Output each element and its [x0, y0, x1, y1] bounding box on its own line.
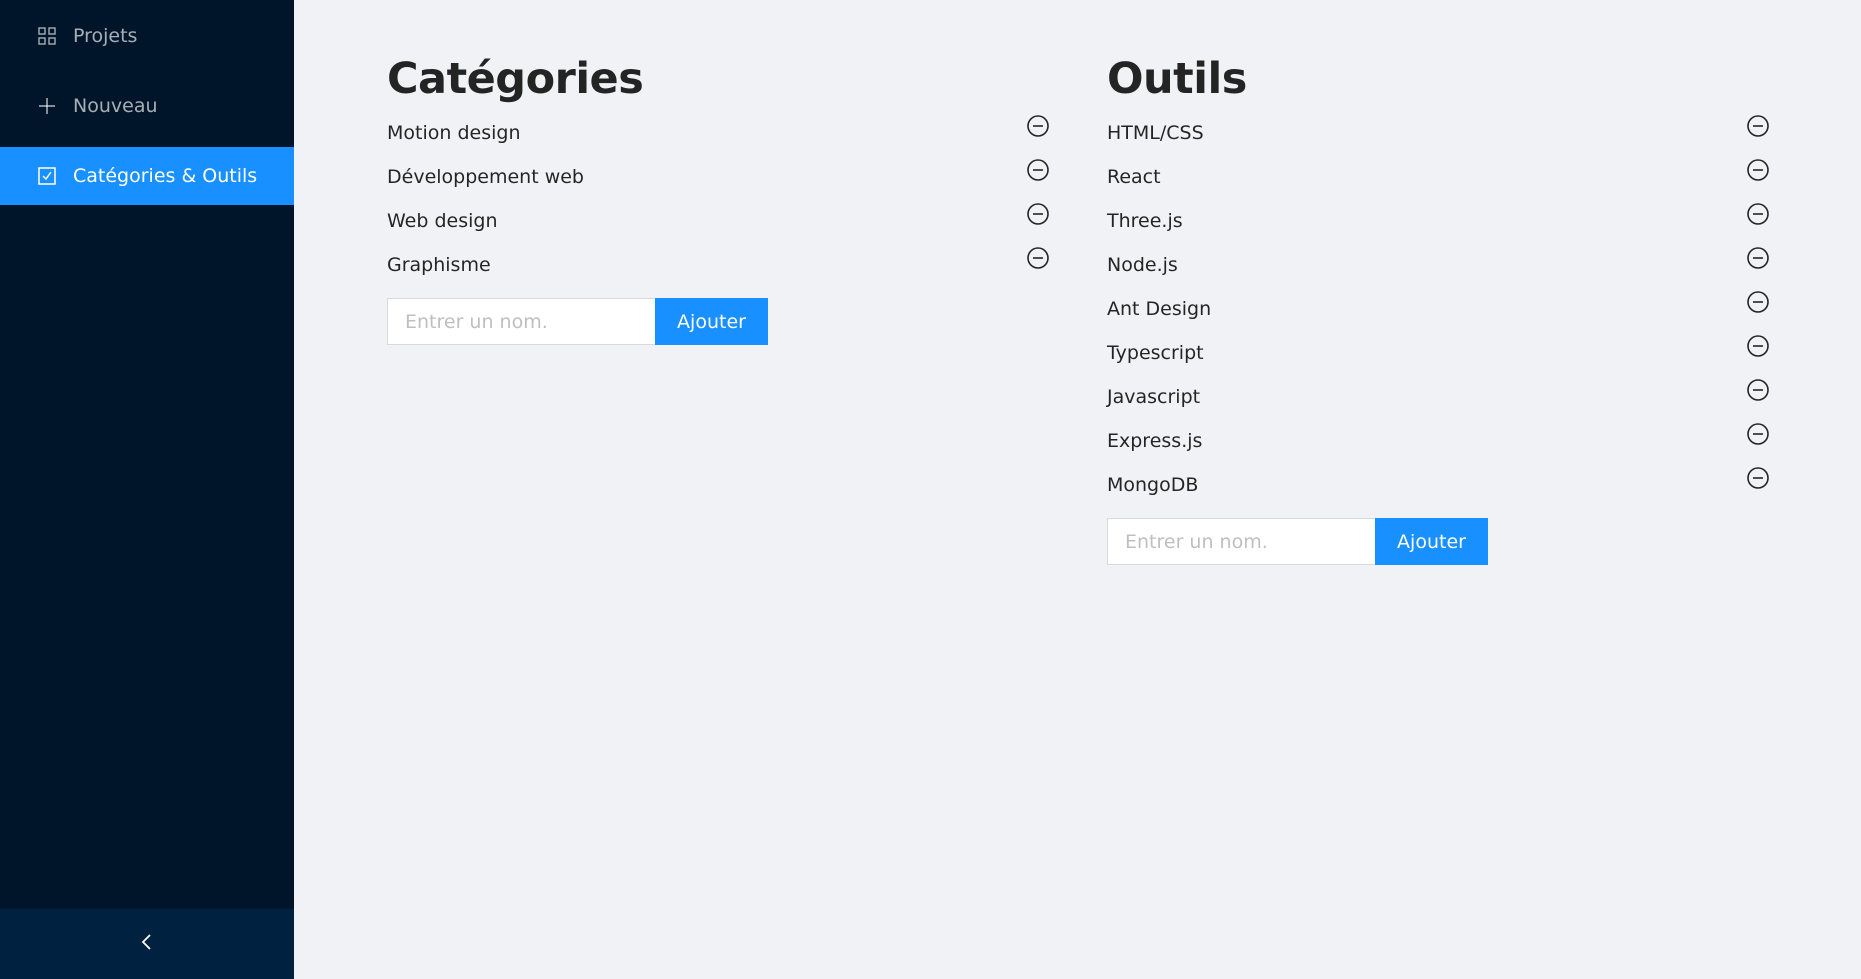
- tool-row: Javascript: [1107, 379, 1770, 430]
- sidebar-item-projets[interactable]: Projets: [0, 7, 294, 65]
- tool-row-label: React: [1107, 166, 1161, 188]
- sidebar-item-label: Nouveau: [73, 95, 158, 117]
- tool-row: Typescript: [1107, 335, 1770, 386]
- tool-row-label: Ant Design: [1107, 298, 1212, 320]
- category-row-label: Web design: [387, 210, 498, 232]
- tool-row: Three.js: [1107, 203, 1770, 254]
- categories-panel: Catégories Motion design Développement we…: [387, 50, 1050, 345]
- tool-row-label: Express.js: [1107, 430, 1203, 452]
- minus-circle-icon[interactable]: [1746, 114, 1770, 138]
- category-row-label: Graphisme: [387, 254, 491, 276]
- chevron-left-icon: [140, 933, 154, 955]
- sidebar-collapse-button[interactable]: [0, 909, 294, 979]
- minus-circle-icon[interactable]: [1746, 422, 1770, 446]
- plus-icon: [38, 97, 56, 115]
- tool-row: React: [1107, 159, 1770, 210]
- minus-circle-icon[interactable]: [1026, 114, 1050, 138]
- categories-list: Motion design Développement web Web design…: [387, 115, 1050, 298]
- add-tool-button[interactable]: Ajouter: [1375, 518, 1488, 565]
- minus-circle-icon[interactable]: [1746, 334, 1770, 358]
- minus-circle-icon[interactable]: [1746, 246, 1770, 270]
- sidebar-item-label: Catégories & Outils: [73, 165, 258, 187]
- tools-list: HTML/CSS React Three.js Node.js Ant Design Ty…: [1107, 115, 1770, 518]
- category-row-label: Motion design: [387, 122, 521, 144]
- sidebar-item-nouveau[interactable]: Nouveau: [0, 77, 294, 135]
- tool-row-label: Node.js: [1107, 254, 1178, 276]
- categories-add-form: Ajouter: [387, 298, 1047, 345]
- minus-circle-icon[interactable]: [1746, 466, 1770, 490]
- sidebar-item-label: Projets: [73, 25, 138, 47]
- minus-circle-icon[interactable]: [1026, 158, 1050, 182]
- minus-circle-icon[interactable]: [1746, 290, 1770, 314]
- category-name-input[interactable]: [387, 298, 655, 345]
- category-row-label: Développement web: [387, 166, 584, 188]
- tool-row-label: Typescript: [1107, 342, 1204, 364]
- tool-row: Node.js: [1107, 247, 1770, 298]
- tool-row-label: Javascript: [1107, 386, 1201, 408]
- checkbox-icon: [38, 167, 56, 185]
- sidebar-item-categories-outils[interactable]: Catégories & Outils: [0, 147, 294, 205]
- minus-circle-icon[interactable]: [1746, 378, 1770, 402]
- tools-add-form: Ajouter: [1107, 518, 1767, 565]
- tool-name-input[interactable]: [1107, 518, 1375, 565]
- category-row: Motion design: [387, 115, 1050, 166]
- main-content: Catégories Motion design Développement we…: [294, 0, 1861, 979]
- tool-row: Express.js: [1107, 423, 1770, 474]
- tool-row: MongoDB: [1107, 467, 1770, 518]
- categories-title: Catégories: [387, 54, 644, 104]
- category-row: Web design: [387, 203, 1050, 254]
- category-row: Développement web: [387, 159, 1050, 210]
- minus-circle-icon[interactable]: [1026, 202, 1050, 226]
- tools-title: Outils: [1107, 54, 1247, 104]
- sidebar: Projets Nouveau Catégories & Outils: [0, 0, 294, 979]
- appstore-icon: [38, 27, 56, 45]
- category-row: Graphisme: [387, 247, 1050, 298]
- tool-row: Ant Design: [1107, 291, 1770, 342]
- app: Projets Nouveau Catégories & Outils Caté…: [0, 0, 1861, 979]
- tool-row: HTML/CSS: [1107, 115, 1770, 166]
- minus-circle-icon[interactable]: [1026, 246, 1050, 270]
- minus-circle-icon[interactable]: [1746, 202, 1770, 226]
- tool-row-label: HTML/CSS: [1107, 122, 1204, 144]
- tools-panel: Outils HTML/CSS React Three.js Node.js Ant D…: [1107, 50, 1770, 565]
- tool-row-label: Three.js: [1107, 210, 1183, 232]
- tool-row-label: MongoDB: [1107, 474, 1199, 496]
- minus-circle-icon[interactable]: [1746, 158, 1770, 182]
- add-category-button[interactable]: Ajouter: [655, 298, 768, 345]
